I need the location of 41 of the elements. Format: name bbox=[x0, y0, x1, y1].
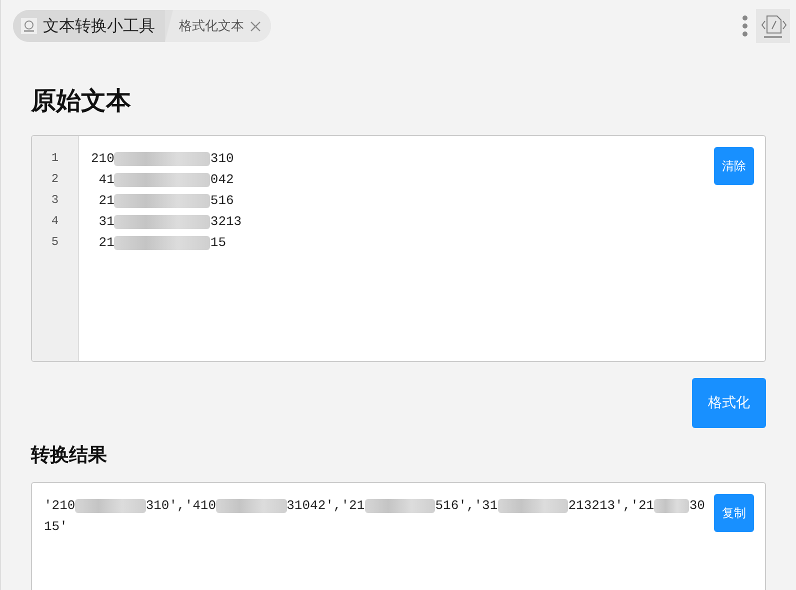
tab-label: 文本转换小工具 bbox=[43, 16, 155, 36]
result-text: 213213','21 bbox=[568, 497, 654, 515]
text-editor[interactable]: 1 2 3 4 5 210 310 41 042 21 516 31 3213 21 15 清除 bbox=[31, 135, 766, 362]
code-text: 15 bbox=[210, 234, 226, 252]
code-text: 3213 bbox=[210, 213, 242, 231]
redaction-blur bbox=[364, 499, 436, 513]
code-text: 21 bbox=[98, 192, 114, 210]
redaction-blur bbox=[498, 499, 568, 513]
code-text: 41 bbox=[98, 171, 114, 189]
result-text: 310','410 bbox=[146, 497, 216, 515]
tab[interactable]: 文本转换小工具 bbox=[13, 10, 165, 42]
code-text: 310 bbox=[210, 150, 234, 168]
redaction-blur bbox=[216, 499, 287, 513]
section-title: 原始文本 bbox=[31, 85, 132, 117]
close-icon[interactable] bbox=[250, 20, 261, 32]
line-number: 2 bbox=[51, 171, 59, 188]
code-text: 210 bbox=[91, 150, 114, 168]
result-text: 30 bbox=[689, 497, 705, 515]
app-logo-icon bbox=[21, 18, 37, 34]
tab[interactable]: 格式化文本 bbox=[165, 10, 271, 42]
more-icon[interactable] bbox=[742, 14, 748, 38]
line-number: 3 bbox=[51, 192, 59, 209]
format-button[interactable]: 格式化 bbox=[692, 378, 766, 428]
copy-button[interactable]: 复制 bbox=[714, 494, 754, 532]
tab-label: 格式化文本 bbox=[179, 18, 244, 35]
app-logo-icon[interactable] bbox=[756, 9, 790, 43]
line-number: 5 bbox=[51, 234, 59, 251]
code-text: 516 bbox=[210, 192, 234, 210]
code-text: 31 bbox=[98, 213, 114, 231]
result-text: '210 bbox=[44, 497, 76, 515]
line-number: 4 bbox=[51, 213, 59, 230]
result-text: 516','31 bbox=[435, 497, 498, 515]
code-text: 21 bbox=[98, 234, 114, 252]
clear-button[interactable]: 清除 bbox=[714, 147, 754, 185]
result-text: 31042','21 bbox=[286, 497, 365, 515]
result-text: 15' bbox=[44, 518, 68, 536]
redaction-blur bbox=[75, 499, 146, 513]
code-text: 042 bbox=[210, 171, 234, 189]
section-title: 转换结果 bbox=[31, 443, 108, 468]
redaction-blur bbox=[654, 499, 690, 513]
line-number: 1 bbox=[51, 150, 59, 167]
